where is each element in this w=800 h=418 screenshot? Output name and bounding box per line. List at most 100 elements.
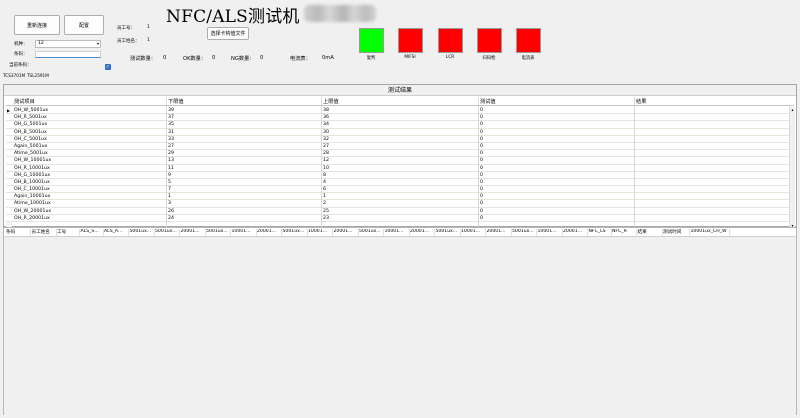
cell-value: 0 [480, 194, 483, 200]
log-col-header[interactable]: 10001... [231, 229, 257, 236]
log-col-header[interactable]: 工号 [56, 229, 80, 236]
indicator-scanner [477, 28, 502, 53]
table-row[interactable]: OH_W_10001ux 13 12 0 [6, 157, 794, 165]
operator-id-value: 1 [147, 25, 150, 30]
auto-checkbox[interactable]: ✓ [105, 64, 111, 70]
test-count-value: 0 [163, 55, 167, 61]
log-col-header[interactable]: 结果 [637, 229, 663, 236]
cell-lower: 13 [168, 158, 174, 164]
table-row[interactable]: OH_R_10001ux 11 10 0 [6, 164, 794, 172]
operator-name-label: 员工姓名： [117, 39, 140, 44]
cell-upper: 25 [323, 208, 329, 214]
page-title: NFC/ALS测试机 [166, 7, 300, 27]
cell-upper: 36 [323, 115, 329, 121]
log-col-header[interactable]: 5001ux... [205, 229, 231, 236]
cell-lower: 1 [168, 194, 171, 200]
table-row[interactable]: OH_R_20001ux 24 23 0 [6, 214, 794, 222]
col-header-lower[interactable]: 下限值 [168, 98, 184, 105]
cell-value: 0 [480, 201, 483, 207]
table-row[interactable]: ▶ OH_W_5001ux 39 38 0 [6, 107, 794, 115]
cell-item: OH_G_10001ux [14, 172, 51, 178]
log-col-header[interactable]: 测试时间 [662, 229, 690, 236]
col-divider [166, 97, 167, 228]
cell-item: OH_C_10001ux [14, 187, 50, 193]
scroll-up-icon[interactable]: ▴ [790, 107, 795, 112]
log-col-header[interactable]: 5001ux... [282, 229, 308, 236]
log-col-header[interactable]: NFC_R [611, 229, 637, 236]
barcode-input[interactable] [35, 51, 101, 58]
log-col-header[interactable]: 20001... [180, 229, 206, 236]
table-row[interactable]: Again_5001ux 27 27 0 [6, 142, 794, 151]
table-row[interactable]: OH_C_5001ux 33 32 0 [6, 135, 794, 143]
log-col-header[interactable]: 5001ux... [435, 229, 461, 236]
log-col-header[interactable]: 20001... [409, 229, 435, 236]
log-col-header[interactable]: 5001ux... [358, 229, 384, 236]
cell-upper: 1 [323, 194, 326, 200]
log-grid[interactable]: 条码 员工姓名 工号 ALS_S... ALS_A... 5001ux... 5001ux.… [3, 227, 797, 415]
cell-upper: 27 [323, 143, 329, 149]
log-grid-body[interactable] [4, 237, 796, 415]
reconnect-button[interactable]: 重新连接 [14, 15, 60, 35]
ok-count-label: OK数量： [183, 56, 207, 62]
select-limit-file-button[interactable]: 选择卡钩值文件 [207, 27, 249, 40]
cell-lower: 39 [168, 108, 174, 113]
table-row[interactable]: OH_R_5001ux 37 36 0 [6, 114, 794, 122]
table-row[interactable]: Atime_10001ux 3 2 0 [6, 200, 794, 208]
log-col-header[interactable]: 10001... [384, 229, 410, 236]
cell-item: Again_10001ux [14, 194, 51, 200]
cell-value: 0 [480, 136, 483, 142]
log-col-header[interactable]: NFC_LS [588, 229, 612, 236]
log-col-header[interactable]: ALS_A... [103, 229, 129, 236]
table-row[interactable]: OH_G_5001ux 35 34 0 [6, 121, 794, 129]
log-col-header[interactable]: 10001... [307, 229, 333, 236]
log-col-header[interactable]: 5001ux... [511, 229, 537, 236]
indicator-ammeter-label: 电流表 [521, 56, 535, 61]
blurred-serial-image [304, 5, 376, 22]
machine-select[interactable]: 12 ▾ [35, 40, 101, 48]
log-col-header[interactable]: 20001... [562, 229, 588, 236]
indicator-recheck-label: 复判 [366, 56, 376, 61]
log-col-header[interactable]: 员工姓名 [31, 229, 57, 236]
col-header-item[interactable]: 测试项目 [14, 98, 35, 105]
log-col-header[interactable]: ALS_S... [80, 229, 104, 236]
table-row[interactable]: OH_C_10001ux 7 6 0 [6, 186, 794, 194]
table-row[interactable]: OH_W_20001ux 26 25 0 [6, 207, 794, 215]
cell-item: OH_W_10001ux [14, 158, 52, 164]
config-button[interactable]: 配置 [64, 15, 104, 35]
indicator-lcr-label: LCR [445, 55, 455, 60]
cell-value: 0 [480, 208, 483, 214]
col-header-upper[interactable]: 上限值 [323, 98, 339, 105]
cell-lower: 37 [168, 115, 174, 121]
chevron-down-icon[interactable]: ▾ [97, 41, 99, 47]
results-group: 测试结果 测试项目 下限值 上限值 测试值 结果 ▶ OH_W_5001ux 39 3… [3, 84, 797, 228]
results-scrollbar[interactable]: ▴ ▾ [789, 107, 795, 228]
cell-value: 0 [480, 151, 483, 157]
log-col-header[interactable]: 5001ux... [129, 229, 155, 236]
col-header-result[interactable]: 结果 [636, 98, 646, 105]
table-row[interactable]: OH_B_10001ux 5 4 0 [6, 178, 794, 187]
cell-lower: 5 [168, 179, 171, 185]
log-col-header[interactable]: 20001... [333, 229, 359, 236]
log-col-header[interactable]: 10001... [460, 229, 486, 236]
table-row[interactable]: OH_B_5001ux 31 30 0 [6, 128, 794, 136]
cell-upper: 2 [323, 201, 326, 207]
table-row[interactable]: OH_G_10001ux 9 8 0 [6, 171, 794, 179]
col-header-value[interactable]: 测试值 [480, 98, 496, 105]
results-header-row: 测试项目 下限值 上限值 测试值 结果 [6, 97, 794, 106]
log-col-header[interactable]: 5001ux... [154, 229, 180, 236]
log-col-header[interactable]: 20001... [486, 229, 512, 236]
cell-item: OH_W_20001ux [14, 208, 52, 214]
indicator-ammeter [516, 28, 541, 53]
ng-count-label: NG数量： [231, 56, 255, 62]
log-col-header[interactable]: 10001ux_CH_W [690, 229, 730, 236]
log-col-header[interactable]: 条码 [5, 229, 31, 236]
cell-lower: 7 [168, 187, 171, 193]
table-row[interactable]: Again_10001ux 1 1 0 [6, 193, 794, 201]
indicator-recheck [359, 28, 384, 53]
table-row[interactable]: Atime_5001ux 29 28 0 [6, 150, 794, 158]
operator-name-value: 1 [147, 38, 150, 43]
log-col-header[interactable]: 20001... [256, 229, 282, 236]
log-col-header[interactable]: 10001... [537, 229, 563, 236]
cell-item: OH_B_10001ux [14, 179, 50, 185]
col-divider [321, 97, 322, 228]
